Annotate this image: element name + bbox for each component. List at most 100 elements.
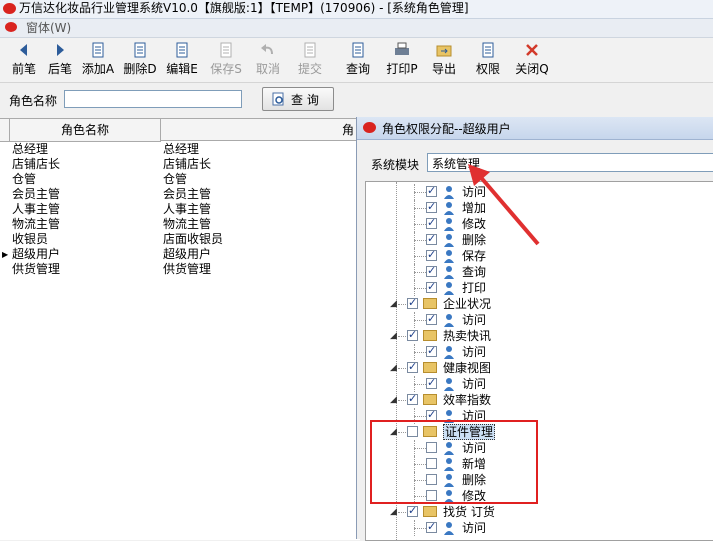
table-row[interactable]: 总经理 总经理: [0, 142, 360, 157]
tree-connector: [414, 248, 415, 264]
tree-checkbox[interactable]: [426, 376, 437, 389]
user-icon: [443, 313, 455, 327]
folder-icon: [423, 298, 437, 309]
tree-expand-icon[interactable]: ◢: [390, 363, 397, 373]
tree-permission-node[interactable]: 访问: [366, 344, 713, 360]
table-row[interactable]: 物流主管 物流主管: [0, 217, 360, 232]
table-row[interactable]: 仓管 仓管: [0, 172, 360, 187]
user-icon: [443, 201, 455, 215]
user-icon: [443, 377, 455, 391]
tree-checkbox[interactable]: [407, 504, 418, 517]
export-icon: [436, 42, 452, 58]
tree-connector: [414, 192, 426, 193]
tree-connector: [414, 200, 415, 216]
toolbar-button-9[interactable]: 打印P: [382, 40, 422, 80]
tree-checkbox[interactable]: [426, 216, 437, 229]
search-input[interactable]: [64, 90, 242, 108]
tree-expand-icon[interactable]: ◢: [390, 395, 397, 405]
tree-connector: [414, 288, 426, 289]
tree-connector: [414, 184, 415, 200]
toolbar-button-11[interactable]: 权限: [468, 40, 508, 80]
search-button-label: 查 询: [291, 93, 319, 107]
user-icon: [443, 185, 455, 199]
toolbar-button-10[interactable]: 导出: [424, 40, 464, 80]
tree-checkbox[interactable]: [426, 344, 437, 357]
menubar: 窗体(W): [0, 19, 713, 38]
tree-permission-node[interactable]: 查询: [366, 264, 713, 280]
grid-header-role-name[interactable]: 角色名称: [10, 119, 161, 142]
cell-role-name: 仓管: [12, 172, 37, 186]
grid-corner: [0, 119, 10, 142]
app-menu-icon[interactable]: [5, 22, 17, 32]
tree-folder-node[interactable]: ◢ 企业状况: [366, 296, 713, 312]
table-row[interactable]: 供货管理 供货管理: [0, 262, 360, 277]
table-row[interactable]: 收银员 店面收银员: [0, 232, 360, 247]
tree-connector: [414, 272, 426, 273]
cell-role-desc: 仓管: [163, 172, 188, 186]
search-button[interactable]: 查 询: [262, 87, 334, 111]
tree-checkbox[interactable]: [426, 312, 437, 325]
tree-folder-node[interactable]: ◢ 健康视图: [366, 360, 713, 376]
edit-doc-icon: [174, 42, 190, 58]
tree-checkbox[interactable]: [407, 392, 418, 405]
cell-role-name: 店铺店长: [12, 157, 61, 171]
toolbar-button-2[interactable]: 添加A: [78, 40, 118, 80]
dialog-title: 角色权限分配--超级用户: [382, 122, 511, 136]
tree-checkbox[interactable]: [407, 296, 418, 309]
tree-checkbox[interactable]: [407, 360, 418, 373]
user-icon: [443, 345, 455, 359]
tree-node-label: 效率指数: [443, 393, 492, 407]
toolbar-button-4[interactable]: 编辑E: [162, 40, 202, 80]
tree-checkbox[interactable]: [426, 184, 437, 197]
tree-permission-node[interactable]: 访问: [366, 376, 713, 392]
cell-role-name: 总经理: [12, 142, 49, 156]
tree-permission-node[interactable]: 打印: [366, 280, 713, 296]
tree-expand-icon[interactable]: ◢: [390, 299, 397, 309]
tree-connector: [398, 336, 406, 337]
table-row[interactable]: 店铺店长 店铺店长: [0, 157, 360, 172]
toolbar-button-3[interactable]: 删除D: [120, 40, 160, 80]
cell-role-name: 收银员: [12, 232, 49, 246]
tree-checkbox[interactable]: [426, 200, 437, 213]
cell-role-name: 会员主管: [12, 187, 61, 201]
tree-checkbox[interactable]: [426, 248, 437, 261]
toolbar-button-12[interactable]: 关闭Q: [512, 40, 552, 80]
menu-window[interactable]: 窗体(W): [26, 20, 71, 36]
tree-checkbox[interactable]: [426, 232, 437, 245]
tree-node-label: 企业状况: [443, 297, 492, 311]
tree-checkbox[interactable]: [426, 280, 437, 293]
current-row-indicator-icon: ▶: [2, 250, 9, 259]
folder-icon: [423, 362, 437, 373]
tree-checkbox[interactable]: [426, 264, 437, 277]
tree-permission-node[interactable]: 保存: [366, 248, 713, 264]
toolbar-button-7[interactable]: 提交: [290, 40, 330, 80]
tree-connector: [414, 224, 426, 225]
tree-checkbox[interactable]: [426, 520, 437, 533]
grid-header-role-desc[interactable]: 角: [161, 119, 360, 141]
roles-grid: 角色名称 角 总经理 总经理 店铺店长 店铺店长 仓管 仓管 会员主管 会员主管 人事主管 人事主…: [0, 118, 360, 540]
tree-expand-icon[interactable]: ◢: [390, 507, 397, 517]
toolbar-button-5[interactable]: 保存S: [206, 40, 246, 80]
cell-role-desc: 物流主管: [163, 217, 212, 231]
tree-connector: [414, 520, 415, 536]
toolbar-button-6[interactable]: 取消: [248, 40, 288, 80]
table-row[interactable]: 会员主管 会员主管: [0, 187, 360, 202]
printer-icon: [394, 42, 410, 58]
tree-folder-node[interactable]: ◢ 效率指数: [366, 392, 713, 408]
tree-permission-node[interactable]: 访问: [366, 312, 713, 328]
table-row[interactable]: ▶ 超级用户 超级用户: [0, 247, 360, 262]
tree-connector: [414, 232, 415, 248]
window-titlebar: 万信达化妆品行业管理系统V10.0【旗舰版:1】【TEMP】(170906) -…: [0, 0, 713, 19]
table-row[interactable]: 人事主管 人事主管: [0, 202, 360, 217]
tree-expand-icon[interactable]: ◢: [390, 331, 397, 341]
tree-permission-node[interactable]: 访问: [366, 520, 713, 536]
tree-connector: [414, 312, 415, 328]
dialog-logo-icon: [363, 122, 376, 133]
tree-checkbox[interactable]: [407, 328, 418, 341]
toolbar-button-8[interactable]: 查询: [338, 40, 378, 80]
tree-node-label: 访问: [462, 521, 487, 535]
tree-folder-node[interactable]: ◢ 找货 订货: [366, 504, 713, 520]
tree-folder-node[interactable]: ◢ 热卖快讯: [366, 328, 713, 344]
folder-icon: [423, 394, 437, 405]
close-icon: [524, 42, 540, 58]
